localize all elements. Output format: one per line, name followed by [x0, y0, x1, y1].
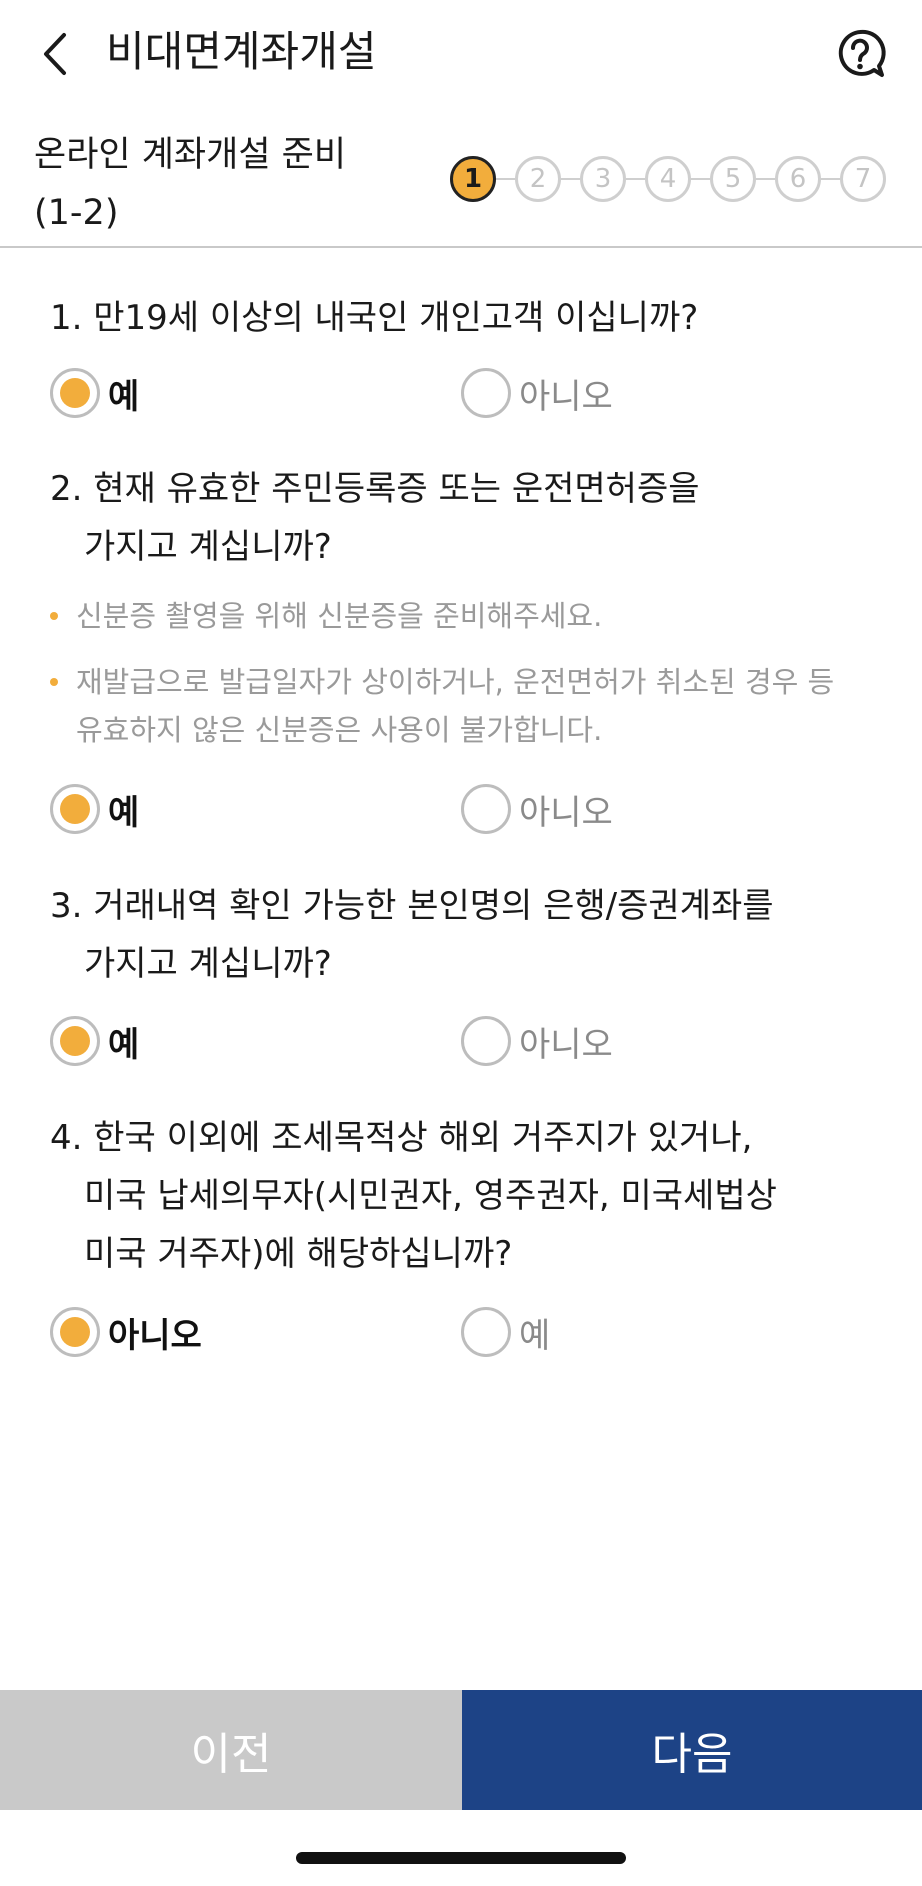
prev-button[interactable]: 이전 — [0, 1690, 462, 1810]
bullet-dot — [50, 678, 58, 686]
step-7: 7 — [840, 156, 886, 202]
app-header: 비대면계좌개설 — [0, 0, 922, 108]
radio-unchecked[interactable] — [461, 368, 511, 418]
radio-unchecked[interactable] — [461, 784, 511, 834]
step-2: 2 — [515, 156, 561, 202]
note-text-line2: 유효하지 않은 신분증은 사용이 불가합니다. — [76, 713, 603, 747]
bullet-dot — [50, 612, 58, 620]
option-label: 예 — [108, 376, 140, 417]
option-label: 아니오 — [519, 1024, 613, 1065]
question-3-text-line1: 3. 거래내역 확인 가능한 본인명의 은행/증권계좌를 — [50, 886, 774, 926]
question-2-option-yes[interactable]: 예 — [50, 781, 139, 837]
question-2-option-no[interactable]: 아니오 — [461, 781, 613, 837]
radio-unchecked[interactable] — [461, 1307, 511, 1357]
question-2: 2. 현재 유효한 주민등록증 또는 운전면허증을 가지고 계십니까? — [50, 460, 700, 576]
question-1-text: 1. 만19세 이상의 내국인 개인고객 이십니까? — [50, 298, 699, 338]
next-button[interactable]: 다음 — [462, 1690, 922, 1810]
radio-dot — [60, 1026, 90, 1056]
step-5: 5 — [710, 156, 756, 202]
option-label: 예 — [108, 792, 140, 833]
radio-checked[interactable] — [50, 1307, 100, 1357]
home-indicator[interactable] — [296, 1852, 626, 1864]
question-3: 3. 거래내역 확인 가능한 본인명의 은행/증권계좌를 가지고 계십니까? — [50, 877, 774, 993]
radio-dot — [60, 794, 90, 824]
radio-checked[interactable] — [50, 784, 100, 834]
chevron-left-icon — [44, 33, 66, 75]
back-button[interactable] — [28, 22, 84, 86]
step-title-line1: 온라인 계좌개설 준비 — [34, 135, 347, 175]
question-bubble-icon — [838, 29, 886, 77]
question-1-option-no[interactable]: 아니오 — [461, 365, 613, 421]
step-connector — [756, 178, 775, 180]
step-4: 4 — [645, 156, 691, 202]
radio-dot — [60, 378, 90, 408]
step-title-line2: (1-2) — [34, 193, 119, 233]
step-3: 3 — [580, 156, 626, 202]
step-connector — [626, 178, 645, 180]
step-6: 6 — [775, 156, 821, 202]
question-2-note-2: 재발급으로 발급일자가 상이하거나, 운전면허가 취소된 경우 등 유효하지 않… — [50, 658, 834, 754]
step-connector — [821, 178, 840, 180]
note-text-line1: 재발급으로 발급일자가 상이하거나, 운전면허가 취소된 경우 등 — [76, 665, 835, 699]
radio-dot — [60, 1317, 90, 1347]
question-4-text-line1: 4. 한국 이외에 조세목적상 해외 거주지가 있거나, — [50, 1118, 753, 1158]
progress-stepper: 1 2 3 4 5 6 7 — [450, 154, 886, 204]
step-connector — [561, 178, 580, 180]
question-2-text-line2: 가지고 계십니까? — [84, 527, 332, 567]
question-2-text-line1: 2. 현재 유효한 주민등록증 또는 운전면허증을 — [50, 469, 700, 509]
option-label: 예 — [108, 1024, 140, 1065]
page-title: 비대면계좌개설 — [106, 27, 377, 76]
question-3-option-yes[interactable]: 예 — [50, 1013, 139, 1069]
option-label: 아니오 — [108, 1315, 202, 1356]
step-connector — [691, 178, 710, 180]
question-4-text-line2: 미국 납세의무자(시민권자, 영주권자, 미국세법상 — [84, 1176, 777, 1216]
step-header: 온라인 계좌개설 준비 (1-2) 1 2 3 4 5 6 7 — [0, 108, 922, 248]
question-3-option-no[interactable]: 아니오 — [461, 1013, 613, 1069]
option-label: 아니오 — [519, 376, 613, 417]
step-1: 1 — [450, 156, 496, 202]
question-4: 4. 한국 이외에 조세목적상 해외 거주지가 있거나, 미국 납세의무자(시민… — [50, 1109, 777, 1283]
note-text: 신분증 촬영을 위해 신분증을 준비해주세요. — [76, 599, 603, 633]
option-label: 아니오 — [519, 792, 613, 833]
question-3-text-line2: 가지고 계십니까? — [84, 944, 332, 984]
question-2-note-1: 신분증 촬영을 위해 신분증을 준비해주세요. — [50, 592, 602, 640]
radio-unchecked[interactable] — [461, 1016, 511, 1066]
option-label: 예 — [519, 1315, 551, 1356]
question-1: 1. 만19세 이상의 내국인 개인고객 이십니까? — [50, 289, 698, 347]
step-title: 온라인 계좌개설 준비 (1-2) — [34, 126, 346, 242]
help-button[interactable] — [832, 26, 888, 82]
step-connector — [496, 178, 515, 180]
question-4-text-line3: 미국 거주자)에 해당하십니까? — [84, 1234, 513, 1274]
radio-checked[interactable] — [50, 368, 100, 418]
radio-checked[interactable] — [50, 1016, 100, 1066]
question-1-option-yes[interactable]: 예 — [50, 365, 139, 421]
question-4-option-yes[interactable]: 예 — [461, 1304, 550, 1360]
question-4-option-no[interactable]: 아니오 — [50, 1304, 202, 1360]
